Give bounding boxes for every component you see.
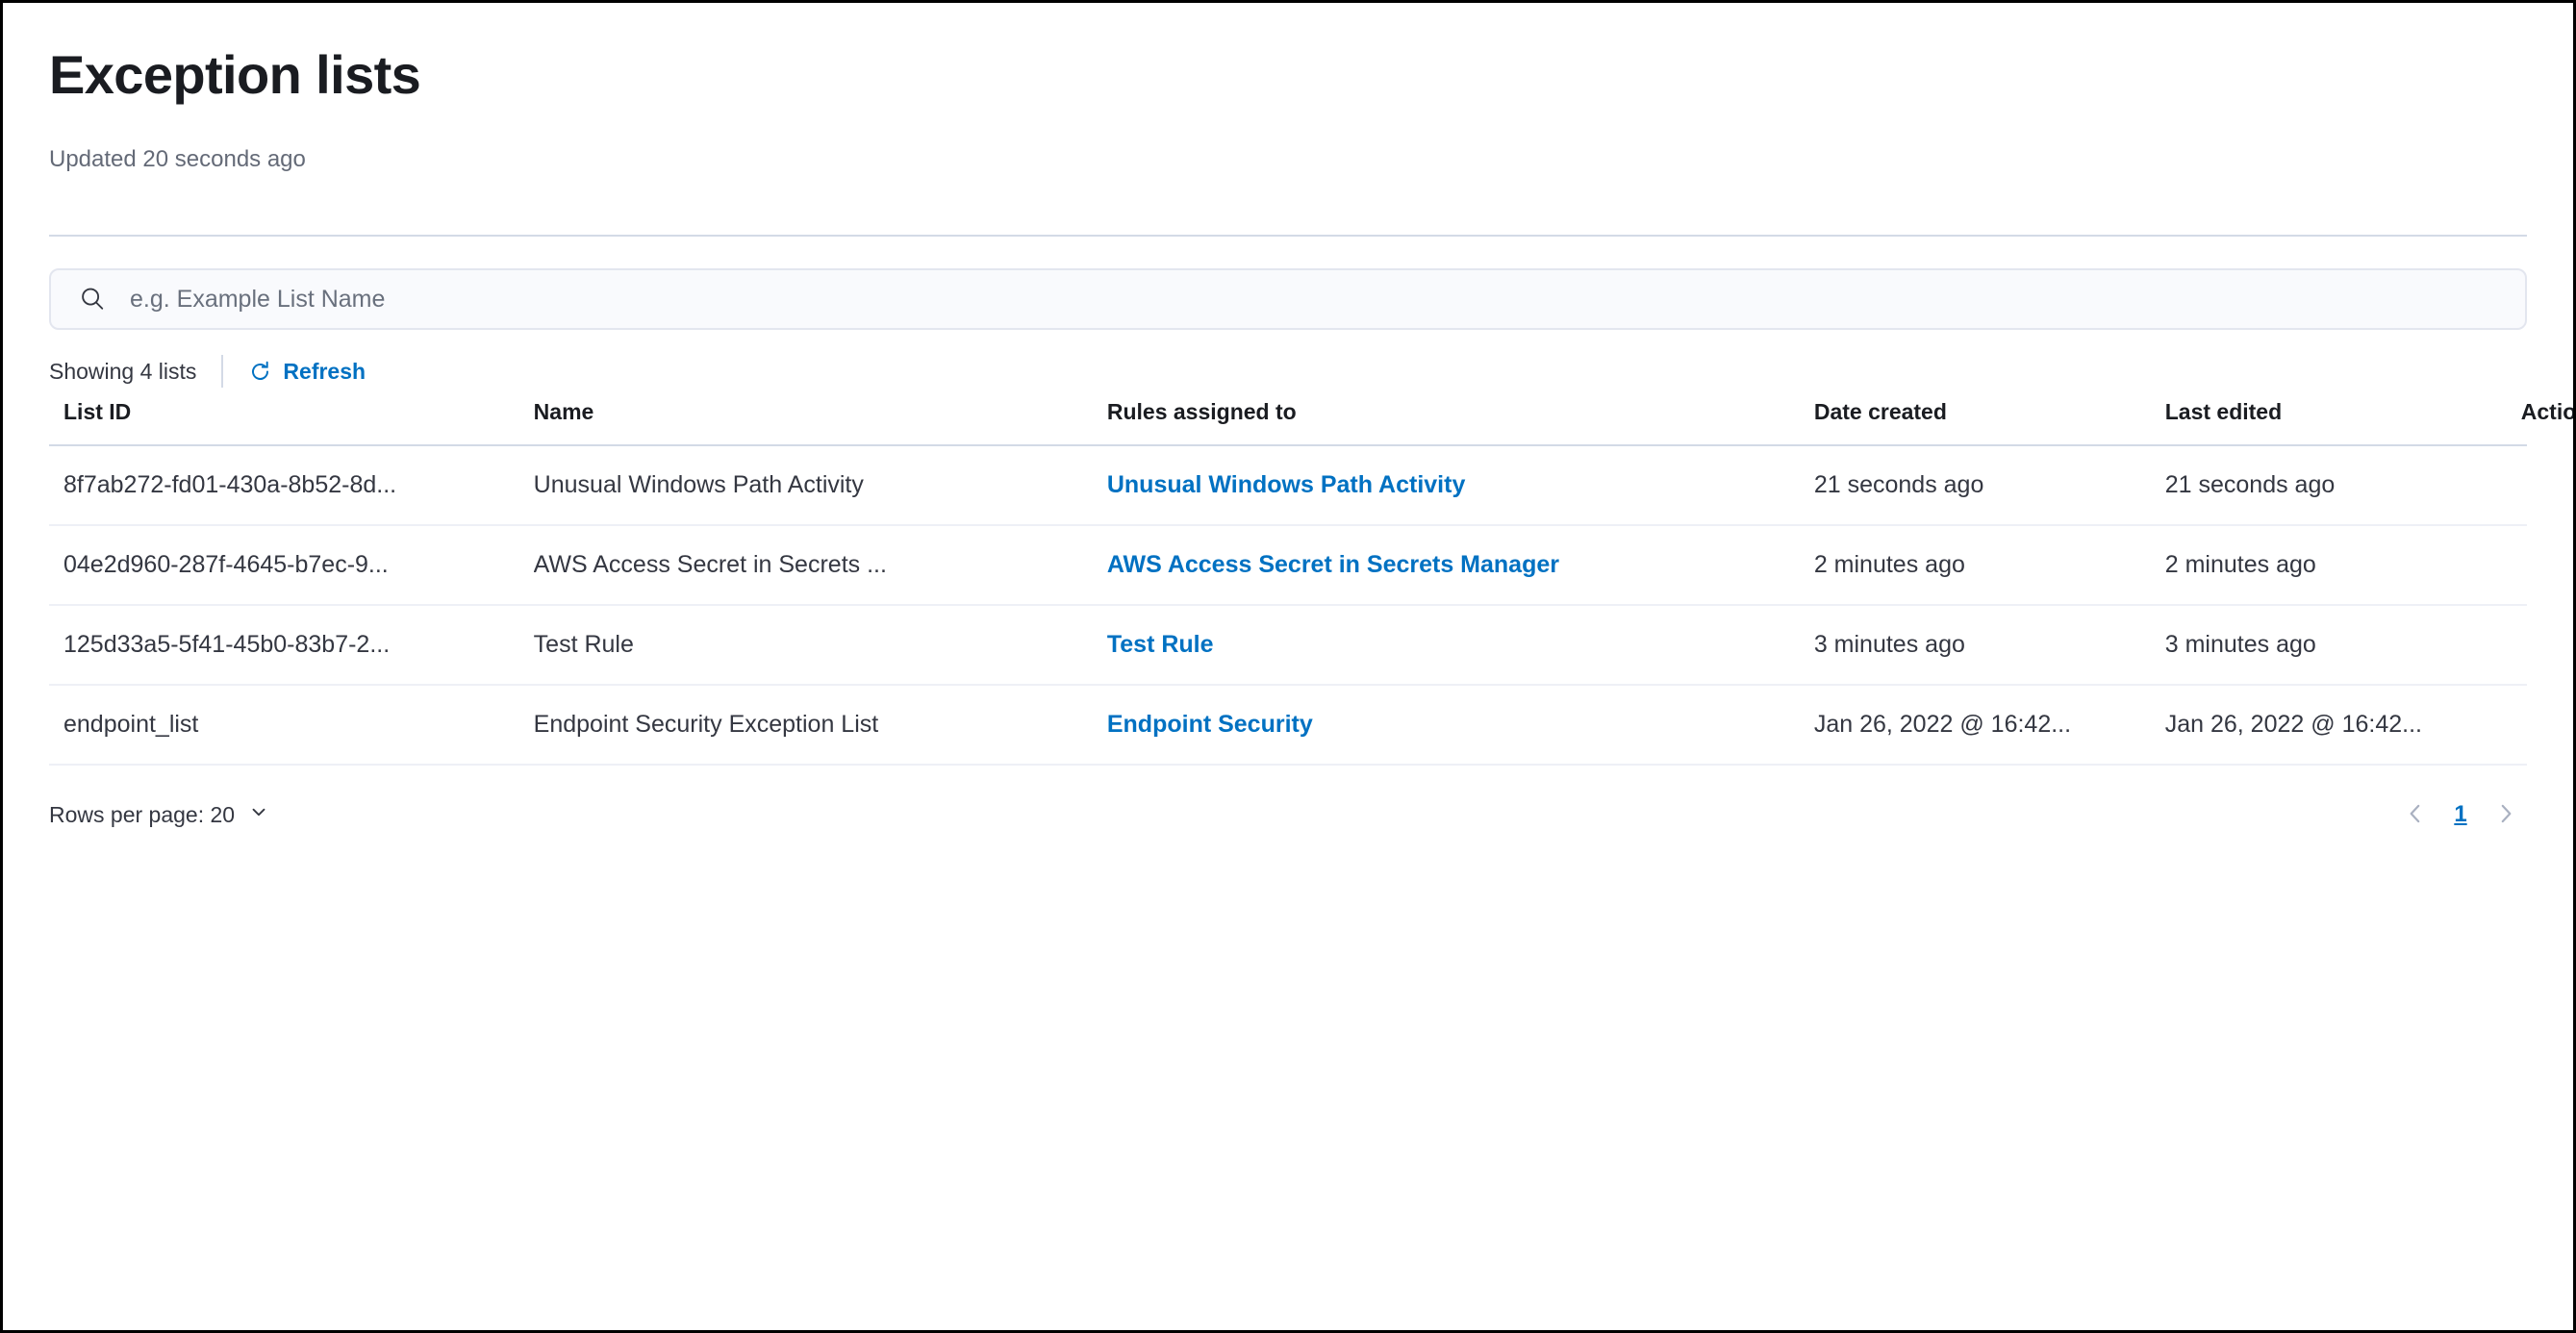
refresh-label: Refresh [283, 359, 366, 385]
cell-actions [2521, 685, 2527, 765]
page-title: Exception lists [49, 43, 2527, 107]
cell-name: Test Rule [534, 605, 1107, 685]
next-page-button[interactable] [2485, 793, 2527, 836]
cell-actions [2521, 525, 2527, 605]
rule-link[interactable]: Test Rule [1107, 631, 1214, 658]
table-row: 04e2d960-287f-4645-b7ec-9... AWS Access … [49, 525, 2527, 605]
page-number-1[interactable]: 1 [2444, 801, 2477, 828]
header-divider [49, 235, 2527, 237]
chevron-left-icon [2403, 801, 2428, 829]
column-header-name[interactable]: Name [534, 399, 1107, 445]
column-header-list-id[interactable]: List ID [49, 399, 534, 445]
cell-rules: Unusual Windows Path Activity [1107, 445, 1814, 525]
rows-per-page-selector[interactable]: Rows per page: 20 [49, 801, 269, 828]
rows-per-page-label: Rows per page: 20 [49, 802, 235, 828]
table-row: endpoint_list Endpoint Security Exceptio… [49, 685, 2527, 765]
refresh-icon [248, 360, 272, 384]
cell-list-id: 04e2d960-287f-4645-b7ec-9... [49, 525, 534, 605]
column-header-actions: Actions [2521, 399, 2527, 445]
refresh-button[interactable]: Refresh [248, 359, 366, 385]
search-input[interactable] [130, 270, 2525, 328]
screenshot-frame: Exception lists Updated 20 seconds ago S… [0, 0, 2576, 1333]
cell-date-created: 3 minutes ago [1814, 605, 2165, 685]
column-header-edited[interactable]: Last edited [2165, 399, 2521, 445]
export-icon-button[interactable] [2521, 623, 2527, 667]
toolbar-divider [221, 355, 223, 388]
cell-name: Endpoint Security Exception List [534, 685, 1107, 765]
cell-last-edited: 3 minutes ago [2165, 605, 2521, 685]
table-footer: Rows per page: 20 1 [49, 793, 2527, 836]
table-body: 8f7ab272-fd01-430a-8b52-8d... Unusual Wi… [49, 445, 2527, 765]
cell-name: AWS Access Secret in Secrets ... [534, 525, 1107, 605]
pagination: 1 [2394, 793, 2527, 836]
table-row: 125d33a5-5f41-45b0-83b7-2... Test Rule T… [49, 605, 2527, 685]
cell-actions [2521, 605, 2527, 685]
cell-list-id: endpoint_list [49, 685, 534, 765]
cell-list-id: 125d33a5-5f41-45b0-83b7-2... [49, 605, 534, 685]
updated-timestamp: Updated 20 seconds ago [49, 145, 2527, 174]
cell-rules: Endpoint Security [1107, 685, 1814, 765]
cell-rules: AWS Access Secret in Secrets Manager [1107, 525, 1814, 605]
exception-lists-page: Exception lists Updated 20 seconds ago S… [3, 3, 2573, 1330]
cell-rules: Test Rule [1107, 605, 1814, 685]
search-icon [78, 285, 107, 314]
column-header-rules[interactable]: Rules assigned to [1107, 399, 1814, 445]
cell-last-edited: Jan 26, 2022 @ 16:42... [2165, 685, 2521, 765]
column-header-created[interactable]: Date created [1814, 399, 2165, 445]
rule-link[interactable]: AWS Access Secret in Secrets Manager [1107, 551, 1559, 578]
rule-link[interactable]: Unusual Windows Path Activity [1107, 471, 1466, 498]
export-icon-button[interactable] [2521, 703, 2527, 747]
table-header-row: List ID Name Rules assigned to Date crea… [49, 399, 2527, 445]
chevron-down-icon [248, 801, 269, 828]
export-icon-button[interactable] [2521, 543, 2527, 588]
previous-page-button[interactable] [2394, 793, 2437, 836]
table-row: 8f7ab272-fd01-430a-8b52-8d... Unusual Wi… [49, 445, 2527, 525]
cell-date-created: 21 seconds ago [1814, 445, 2165, 525]
table-toolbar: Showing 4 lists Refresh [49, 355, 2527, 388]
cell-date-created: Jan 26, 2022 @ 16:42... [1814, 685, 2165, 765]
cell-list-id: 8f7ab272-fd01-430a-8b52-8d... [49, 445, 534, 525]
cell-actions [2521, 445, 2527, 525]
showing-count: Showing 4 lists [49, 359, 196, 385]
chevron-right-icon [2493, 801, 2518, 829]
cell-last-edited: 2 minutes ago [2165, 525, 2521, 605]
cell-name: Unusual Windows Path Activity [534, 445, 1107, 525]
exception-lists-table: List ID Name Rules assigned to Date crea… [49, 399, 2527, 766]
search-box[interactable] [49, 268, 2527, 330]
search-bar [49, 268, 2527, 330]
cell-date-created: 2 minutes ago [1814, 525, 2165, 605]
cell-last-edited: 21 seconds ago [2165, 445, 2521, 525]
rule-link[interactable]: Endpoint Security [1107, 711, 1313, 738]
table-head: List ID Name Rules assigned to Date crea… [49, 399, 2527, 445]
export-icon-button[interactable] [2521, 464, 2527, 508]
